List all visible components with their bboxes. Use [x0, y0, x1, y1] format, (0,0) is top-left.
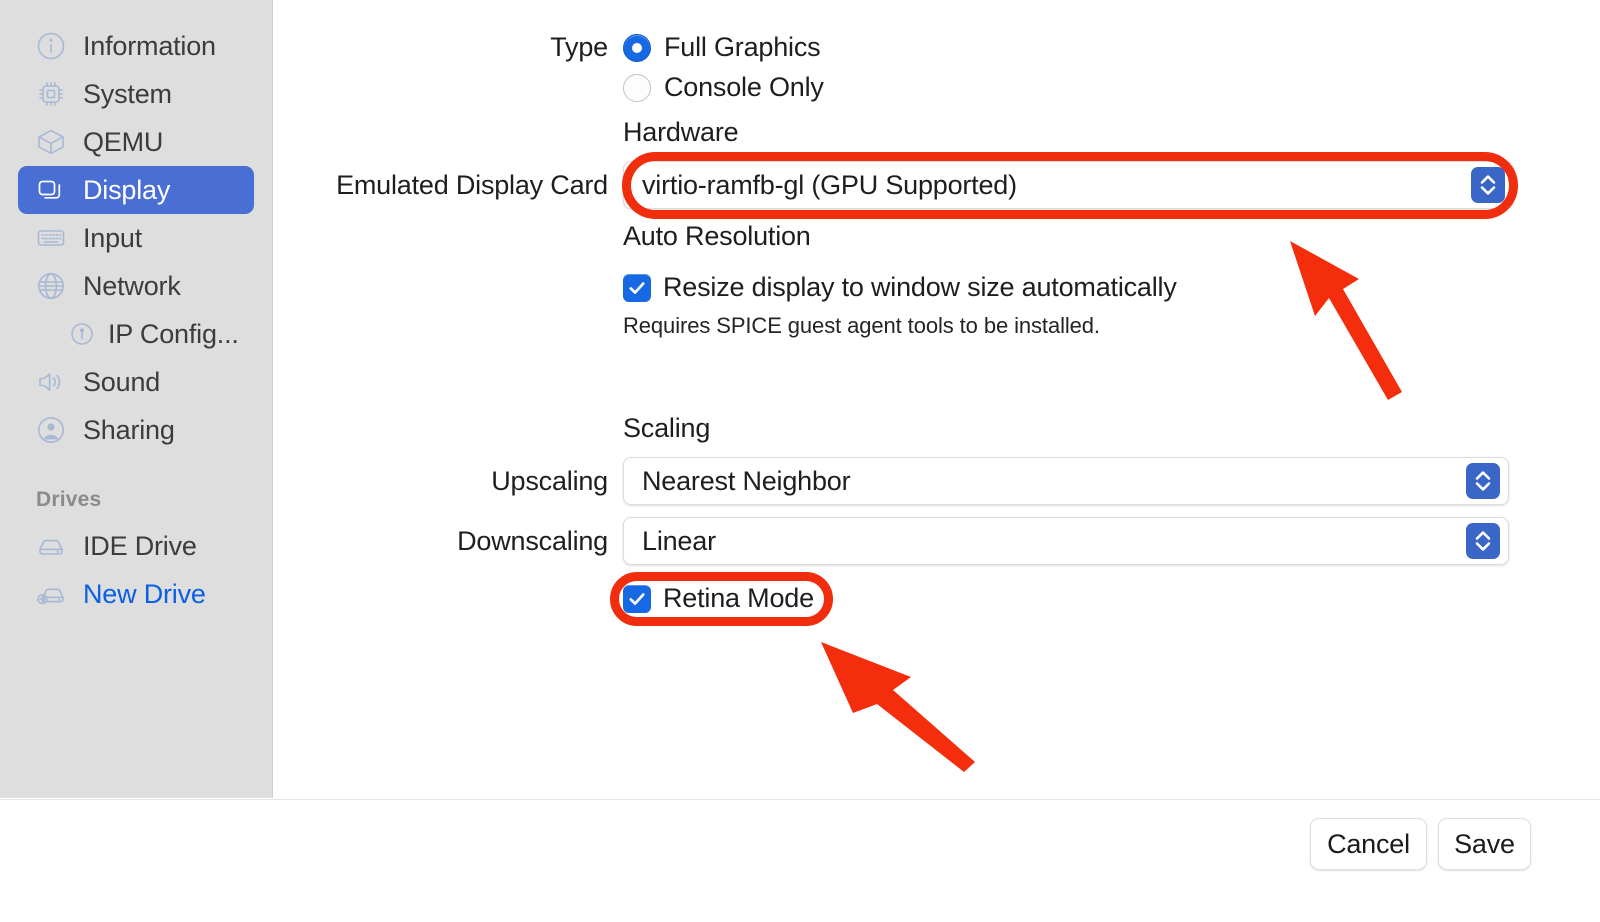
downscaling-row: Downscaling Linear	[274, 517, 1600, 565]
spice-note: Requires SPICE guest agent tools to be i…	[623, 313, 1100, 338]
sidebar-item-label: System	[83, 78, 172, 109]
keyboard-icon	[36, 223, 66, 253]
downscaling-label: Downscaling	[457, 525, 608, 556]
auto-resolution-section-header: Auto Resolution	[623, 221, 811, 251]
sidebar-item-display[interactable]: Display	[18, 166, 254, 214]
emulated-display-card-select[interactable]: virtio-ramfb-gl (GPU Supported)	[623, 161, 1514, 209]
retina-mode-row[interactable]: Retina Mode	[623, 583, 814, 614]
emulated-display-card-value: virtio-ramfb-gl (GPU Supported)	[642, 169, 1017, 200]
sidebar-item-sharing[interactable]: Sharing	[18, 406, 254, 454]
type-label: Type	[550, 32, 608, 62]
box-icon	[36, 127, 66, 157]
sidebar-item-label: Sound	[83, 366, 161, 397]
sidebar-item-label: QEMU	[83, 126, 164, 157]
resize-display-checkbox[interactable]	[623, 273, 651, 302]
console-only-row: Console Only	[623, 72, 824, 103]
sidebar-item-label: IDE Drive	[83, 530, 197, 561]
sidebar-item-new-drive[interactable]: New Drive	[18, 570, 254, 618]
chevron-updown-icon[interactable]	[1466, 523, 1500, 559]
cancel-button[interactable]: Cancel	[1310, 818, 1427, 870]
sidebar-item-ip-config[interactable]: IP Config...	[18, 310, 254, 358]
upscaling-value: Nearest Neighbor	[642, 465, 851, 496]
sidebar-item-label: Input	[83, 222, 143, 253]
downscaling-value: Linear	[642, 525, 716, 556]
radio-console-only-label: Console Only	[664, 72, 824, 102]
chevron-updown-icon[interactable]	[1471, 167, 1505, 203]
cpu-icon	[36, 79, 66, 109]
upscaling-row: Upscaling Nearest Neighbor	[274, 457, 1600, 505]
resize-display-label: Resize display to window size automatica…	[663, 272, 1177, 302]
radio-full-graphics-label: Full Graphics	[664, 32, 821, 62]
chevron-updown-icon[interactable]	[1466, 463, 1500, 499]
sidebar-item-label: Sharing	[83, 414, 175, 445]
save-button[interactable]: Save	[1438, 818, 1531, 870]
dialog-footer: Cancel Save	[0, 799, 1600, 922]
sidebar-group-drives: Drives	[36, 488, 102, 511]
emulated-display-card-row: Emulated Display Card virtio-ramfb-gl (G…	[274, 161, 1600, 209]
downscaling-select[interactable]: Linear	[623, 517, 1509, 565]
radio-console-only[interactable]	[623, 73, 651, 102]
emulated-display-card-label: Emulated Display Card	[336, 169, 608, 200]
person-circle-icon	[36, 415, 66, 445]
drive-plus-icon	[36, 579, 66, 609]
sidebar-item-sound[interactable]: Sound	[18, 358, 254, 406]
retina-mode-checkbox[interactable]	[623, 584, 651, 613]
sidebar-item-label: New Drive	[83, 578, 206, 609]
sidebar-item-label: Network	[83, 270, 181, 301]
vm-settings-window: Information System QEMU Display Input Ne…	[0, 0, 1600, 922]
sidebar-item-label: IP Config...	[108, 318, 239, 349]
sidebar-item-network[interactable]: Network	[18, 262, 254, 310]
upscaling-label: Upscaling	[491, 465, 608, 496]
retina-mode-label: Retina Mode	[663, 583, 814, 613]
resize-display-row[interactable]: Resize display to window size automatica…	[623, 272, 1177, 303]
drive-icon	[36, 531, 66, 561]
sidebar-item-input[interactable]: Input	[18, 214, 254, 262]
sidebar-item-label: Information	[83, 30, 216, 61]
sidebar-item-qemu[interactable]: QEMU	[18, 118, 254, 166]
scaling-section-header: Scaling	[623, 413, 711, 443]
radio-full-graphics[interactable]	[623, 33, 651, 62]
ip-config-icon	[70, 322, 94, 346]
info-circle-icon	[36, 31, 66, 61]
display-settings-panel: Type Full Graphics Console Only Hardware…	[274, 0, 1600, 798]
sidebar-item-system[interactable]: System	[18, 70, 254, 118]
sidebar-item-information[interactable]: Information	[18, 22, 254, 70]
upscaling-select[interactable]: Nearest Neighbor	[623, 457, 1509, 505]
speaker-icon	[36, 367, 66, 397]
sidebar-item-label: Display	[83, 174, 171, 205]
hardware-section-header: Hardware	[623, 117, 739, 147]
settings-sidebar: Information System QEMU Display Input Ne…	[0, 0, 273, 798]
globe-icon	[36, 271, 66, 301]
display-windows-icon	[36, 175, 66, 205]
type-row: Type Full Graphics	[274, 32, 1274, 63]
sidebar-item-ide-drive[interactable]: IDE Drive	[18, 522, 254, 570]
